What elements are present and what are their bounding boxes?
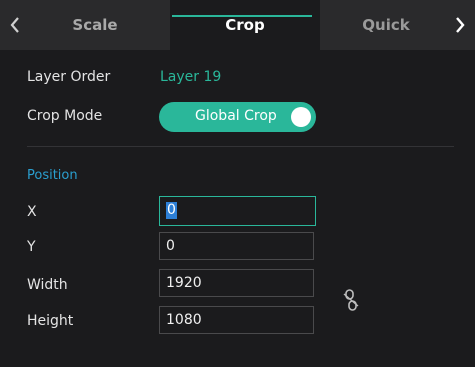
tab-scale[interactable]: Scale bbox=[20, 0, 170, 50]
crop-panel: Scale Crop Quick Layer Order Layer 19 Cr… bbox=[0, 0, 475, 367]
unlinked-chain-icon[interactable] bbox=[342, 288, 360, 312]
width-label: Width bbox=[27, 277, 68, 293]
y-field[interactable] bbox=[159, 232, 314, 260]
crop-mode-value: Global Crop bbox=[195, 108, 277, 124]
crop-mode-label: Crop Mode bbox=[27, 108, 103, 124]
tab-quick[interactable]: Quick bbox=[320, 0, 452, 50]
layer-order-label: Layer Order bbox=[27, 69, 111, 85]
x-field[interactable] bbox=[159, 196, 316, 226]
tab-crop[interactable]: Crop bbox=[170, 0, 320, 50]
width-field[interactable] bbox=[159, 269, 314, 297]
toggle-knob bbox=[291, 107, 311, 127]
position-heading: Position bbox=[27, 168, 78, 183]
height-label: Height bbox=[27, 313, 74, 329]
active-tab-indicator bbox=[172, 15, 312, 17]
height-field[interactable] bbox=[159, 306, 314, 334]
section-divider bbox=[27, 146, 454, 147]
layer-order-value: Layer 19 bbox=[160, 69, 222, 85]
chevron-right-icon[interactable] bbox=[450, 14, 470, 36]
x-label: X bbox=[27, 204, 37, 220]
tab-bar: Scale Crop Quick bbox=[0, 0, 475, 50]
y-label: Y bbox=[27, 239, 36, 255]
crop-mode-toggle[interactable]: Global Crop bbox=[159, 102, 316, 132]
